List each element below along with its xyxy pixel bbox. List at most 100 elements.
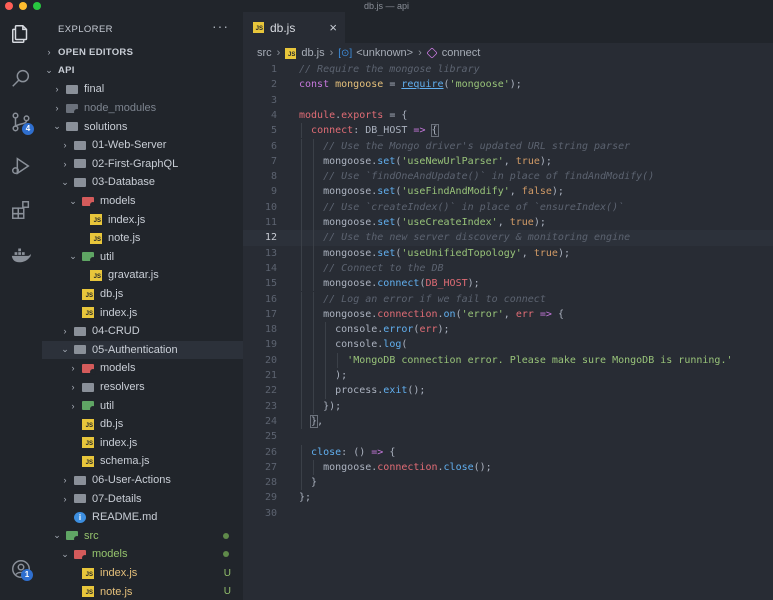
code-line[interactable]: 1 // Require the mongose library bbox=[243, 62, 773, 77]
file-item[interactable]: JS note.js bbox=[42, 229, 243, 248]
folder-icon bbox=[82, 196, 96, 208]
code-text: // Use `findOneAndUpdate()` in place of … bbox=[299, 169, 654, 184]
breadcrumb-symbol-unknown[interactable]: <unknown> bbox=[356, 47, 413, 59]
code-line[interactable]: 19 console.log( bbox=[243, 337, 773, 353]
explorer-section[interactable]: › OPEN EDITORS bbox=[42, 43, 243, 62]
code-line[interactable]: 24 }, bbox=[243, 413, 773, 430]
code-line[interactable]: 14 // Connect to the DB bbox=[243, 260, 773, 277]
chevron-down-icon: ⌄ bbox=[61, 344, 69, 355]
files-icon[interactable] bbox=[9, 22, 33, 46]
code-line[interactable]: 9 mongoose.set('useFindAndModify', false… bbox=[243, 184, 773, 200]
code-token: exports bbox=[341, 109, 384, 121]
account-icon[interactable]: 1 bbox=[9, 557, 33, 581]
tree-item-label: db.js bbox=[100, 288, 124, 301]
folder-item[interactable]: › node_modules bbox=[42, 99, 243, 118]
file-item[interactable]: i README.md bbox=[42, 508, 243, 527]
folder-item[interactable]: ⌄ src bbox=[42, 527, 243, 546]
more-actions-icon[interactable]: ··· bbox=[212, 18, 229, 34]
docker-icon[interactable] bbox=[9, 242, 33, 266]
file-item[interactable]: JS index.js bbox=[42, 210, 243, 229]
breadcrumb-folder[interactable]: src bbox=[257, 47, 272, 59]
code-line[interactable]: 22 process.exit(); bbox=[243, 383, 773, 399]
folder-icon bbox=[66, 103, 80, 115]
code-line[interactable]: 25 bbox=[243, 429, 773, 444]
code-line[interactable]: 28 } bbox=[243, 475, 773, 491]
code-line[interactable]: 3 bbox=[243, 93, 773, 108]
code-token: set bbox=[377, 155, 396, 167]
file-item[interactable]: JS note.js U bbox=[42, 582, 243, 600]
folder-item[interactable]: ⌄ models bbox=[42, 545, 243, 564]
code-line[interactable]: 2 const mongoose = require('mongoose'); bbox=[243, 77, 773, 92]
code-token: , bbox=[503, 308, 516, 320]
code-line[interactable]: 4 module.exports = { bbox=[243, 108, 773, 123]
code-line[interactable]: 10 // Use `createIndex()` in place of `e… bbox=[243, 199, 773, 215]
line-number: 22 bbox=[264, 385, 277, 397]
explorer-section[interactable]: ⌄ API bbox=[42, 62, 243, 81]
file-item[interactable]: JS index.js bbox=[42, 303, 243, 322]
code-token: true bbox=[509, 217, 534, 228]
code-line[interactable]: 11 mongoose.set('useCreateIndex', true); bbox=[243, 215, 773, 231]
code-token: process. bbox=[335, 385, 384, 397]
tab-db-js[interactable]: JS db.js × bbox=[243, 12, 345, 43]
extensions-icon[interactable] bbox=[9, 198, 33, 222]
folder-item[interactable]: ⌄ solutions bbox=[42, 117, 243, 136]
code-token: ); bbox=[335, 370, 348, 381]
code-line[interactable]: 8 // Use `findOneAndUpdate()` in place o… bbox=[243, 169, 773, 185]
folder-item[interactable]: ⌄ util bbox=[42, 248, 243, 267]
folder-item[interactable]: ⌄ 03-Database bbox=[42, 173, 243, 192]
folder-item[interactable]: › 07-Details bbox=[42, 489, 243, 508]
code-line[interactable]: 12 // Use the new server discovery & mon… bbox=[243, 230, 773, 246]
folder-item[interactable]: › resolvers bbox=[42, 378, 243, 397]
folder-item[interactable]: › final bbox=[42, 80, 243, 99]
code-token: ); bbox=[539, 155, 552, 167]
run-debug-icon[interactable] bbox=[9, 154, 33, 178]
code-line[interactable]: 30 bbox=[243, 506, 773, 521]
code-line[interactable]: 13 mongoose.set('useUnifiedTopology', tr… bbox=[243, 245, 773, 261]
code-token: , bbox=[521, 247, 534, 259]
code-line[interactable]: 27 mongoose.connection.close(); bbox=[243, 459, 773, 476]
search-icon[interactable] bbox=[9, 66, 33, 90]
code-token: 'mongoose' bbox=[449, 79, 510, 91]
folder-item[interactable]: › 01-Web-Server bbox=[42, 136, 243, 155]
code-line[interactable]: 7 mongoose.set('useNewUrlParser', true); bbox=[243, 153, 773, 170]
line-number: 17 bbox=[264, 308, 277, 320]
file-item[interactable]: JS schema.js bbox=[42, 452, 243, 471]
line-number: 9 bbox=[270, 186, 277, 198]
folder-item[interactable]: ⌄ models bbox=[42, 192, 243, 211]
chevron-down-icon: ⌄ bbox=[69, 251, 77, 262]
code-line[interactable]: 18 console.error(err); bbox=[243, 322, 773, 338]
code-line[interactable]: 29}; bbox=[243, 490, 773, 505]
code-line[interactable]: 6 // Use the Mongo driver's updated URL … bbox=[243, 138, 773, 154]
folder-item[interactable]: › 04-CRUD bbox=[42, 322, 243, 341]
code-line[interactable]: 21 ); bbox=[243, 368, 773, 384]
code-line[interactable]: 20 'MongoDB connection error. Please mak… bbox=[243, 352, 773, 368]
code-line[interactable]: 5 connect: DB_HOST => { bbox=[243, 123, 773, 139]
folder-item[interactable]: › 06-User-Actions bbox=[42, 471, 243, 490]
breadcrumb-file[interactable]: db.js bbox=[301, 47, 324, 59]
code-line[interactable]: 23 }); bbox=[243, 398, 773, 414]
code-line[interactable]: 17 mongoose.connection.on('error', err =… bbox=[243, 306, 773, 323]
folder-item[interactable]: › util bbox=[42, 396, 243, 415]
file-item[interactable]: JS db.js bbox=[42, 285, 243, 304]
code-text: // Use the Mongo driver's updated URL st… bbox=[299, 139, 630, 154]
folder-item[interactable]: › 02-First-GraphQL bbox=[42, 155, 243, 174]
folder-item[interactable]: ⌄ 05-Authentication bbox=[42, 340, 243, 360]
source-control-icon[interactable]: 4 bbox=[9, 110, 34, 135]
breadcrumb-symbol-connect[interactable]: connect bbox=[442, 47, 481, 59]
close-icon[interactable]: × bbox=[329, 20, 337, 35]
code-line[interactable]: 15 mongoose.connect(DB_HOST); bbox=[243, 276, 773, 292]
file-item[interactable]: JS index.js bbox=[42, 434, 243, 453]
code-token: }); bbox=[323, 400, 342, 412]
file-item[interactable]: JS gravatar.js bbox=[42, 266, 243, 285]
code-token: const bbox=[299, 79, 336, 91]
file-item[interactable]: JS db.js bbox=[42, 415, 243, 434]
line-number: 27 bbox=[264, 461, 277, 473]
file-item[interactable]: JS index.js U bbox=[42, 564, 243, 583]
folder-item[interactable]: › models bbox=[42, 359, 243, 378]
folder-icon bbox=[74, 326, 86, 337]
js-file-icon: JS bbox=[90, 214, 102, 226]
code-line[interactable]: 26 close: () => { bbox=[243, 444, 773, 460]
code-line[interactable]: 16 // Log an error if we fail to connect bbox=[243, 291, 773, 307]
